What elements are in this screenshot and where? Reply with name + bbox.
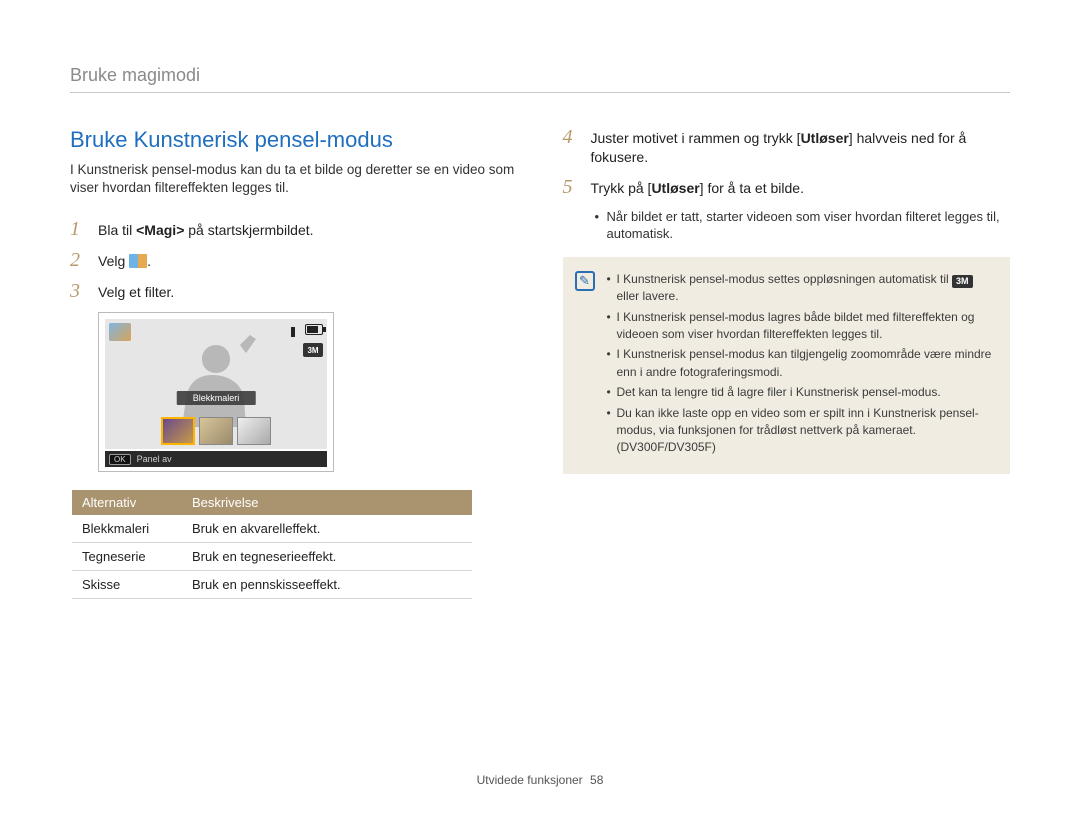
table-cell: Bruk en akvarelleffekt. [182, 515, 472, 543]
table-head-description: Beskrivelse [182, 490, 472, 515]
footer-hint: Panel av [137, 454, 172, 464]
step-number: 1 [70, 219, 88, 239]
table-row: SkisseBruk en pennskisseeffekt. [72, 571, 472, 599]
page-number: 58 [590, 773, 603, 787]
info-item: I Kunstnerisk pensel-modus lagres både b… [607, 309, 997, 344]
step-number: 2 [70, 250, 88, 270]
table-head-option: Alternativ [72, 490, 182, 515]
resolution-chip: 3M [952, 275, 973, 288]
filter-thumb-3[interactable] [237, 417, 271, 445]
step: 5 Trykk på [Utløser] for å ta et bilde. [563, 177, 1011, 198]
filter-thumb-2[interactable] [199, 417, 233, 445]
step-number: 5 [563, 177, 581, 197]
step-sub-bullet-list: Når bildet er tatt, starter videoen som … [595, 208, 1011, 243]
left-column: Bruke Kunstnerisk pensel-modus I Kunstne… [70, 127, 518, 599]
right-column: 4 Juster motivet i rammen og trykk [Utløs… [563, 127, 1011, 599]
info-item: I Kunstnerisk pensel-modus kan tilgjenge… [607, 346, 997, 381]
step: 3 Velg et filter. [70, 281, 518, 302]
step: 2 Velg . [70, 250, 518, 271]
chapter-title: Bruke magimodi [70, 65, 1010, 93]
camera-preview: 3M Blekkmaleri OK Panel av [98, 312, 334, 472]
step: 4 Juster motivet i rammen og trykk [Utløs… [563, 127, 1011, 167]
step-text: Bla til <Magi> på startskjermbildet. [98, 219, 314, 240]
table-cell: Tegneserie [72, 543, 182, 571]
intro-text: I Kunstnerisk pensel-modus kan du ta et … [70, 161, 518, 197]
step: 1 Bla til <Magi> på startskjermbildet. [70, 219, 518, 240]
filter-name-label: Blekkmaleri [177, 391, 256, 405]
step-number: 3 [70, 281, 88, 301]
battery-icon [305, 324, 323, 335]
info-item: Det kan ta lengre tid å lagre filer i Ku… [607, 384, 997, 401]
step-sub-bullet: Når bildet er tatt, starter videoen som … [595, 208, 1011, 243]
filter-thumbnails [161, 417, 271, 445]
table-cell: Bruk en pennskisseeffekt. [182, 571, 472, 599]
filter-thumb-1[interactable] [161, 417, 195, 445]
step-text: Velg . [98, 250, 151, 271]
mode-icon [109, 323, 131, 341]
table-cell: Blekkmaleri [72, 515, 182, 543]
info-item: I Kunstnerisk pensel-modus settes oppløs… [607, 271, 997, 306]
resolution-badge: 3M [303, 343, 323, 357]
brush-mode-icon [129, 254, 147, 268]
table-cell: Skisse [72, 571, 182, 599]
info-icon: ✎ [575, 271, 595, 291]
footer-section: Utvidede funksjoner [477, 773, 583, 787]
step-number: 4 [563, 127, 581, 147]
camera-preview-footer: OK Panel av [105, 451, 327, 467]
section-title: Bruke Kunstnerisk pensel-modus [70, 127, 518, 153]
table-cell: Bruk en tegneserieeffekt. [182, 543, 472, 571]
step-text: Trykk på [Utløser] for å ta et bilde. [591, 177, 804, 198]
status-bar-icon [291, 327, 295, 337]
camera-preview-body: 3M Blekkmaleri [105, 319, 327, 449]
filter-options-table: Alternativ Beskrivelse BlekkmaleriBruk e… [72, 490, 472, 599]
table-row: BlekkmaleriBruk en akvarelleffekt. [72, 515, 472, 543]
info-item: Du kan ikke laste opp en video som er sp… [607, 405, 997, 457]
step-text: Juster motivet i rammen og trykk [Utløse… [591, 127, 1011, 167]
info-box: ✎ I Kunstnerisk pensel-modus settes oppl… [563, 257, 1011, 474]
step-text: Velg et filter. [98, 281, 174, 302]
ok-button-label: OK [109, 454, 131, 465]
table-row: TegneserieBruk en tegneserieeffekt. [72, 543, 472, 571]
page-footer: Utvidede funksjoner 58 [0, 773, 1080, 787]
